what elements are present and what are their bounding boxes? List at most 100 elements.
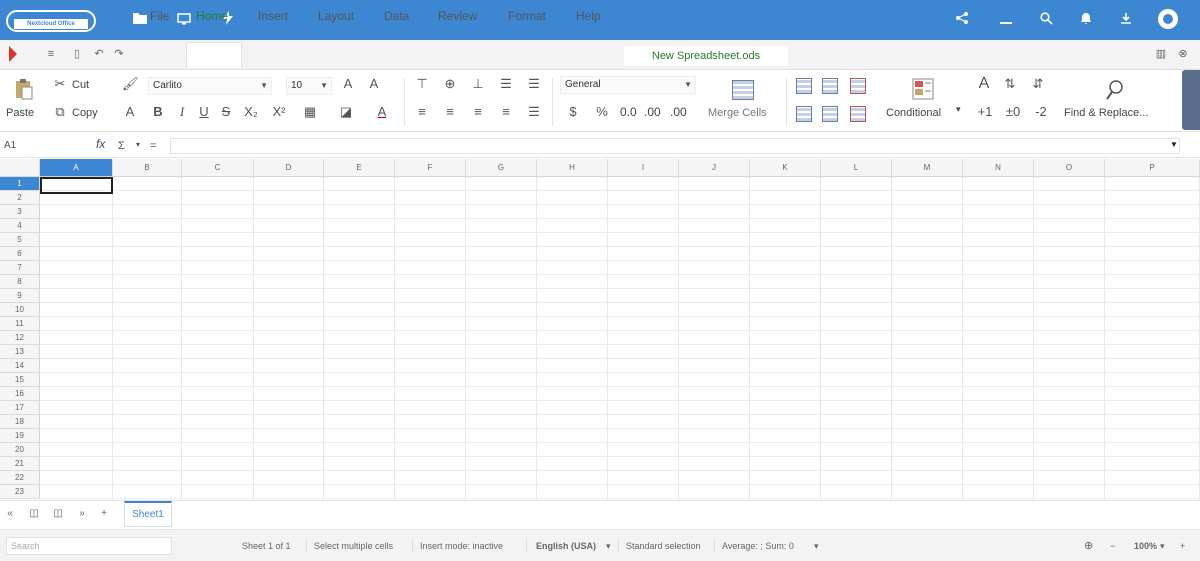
merge-cells-icon[interactable] — [732, 80, 754, 100]
menu-home[interactable]: Home — [196, 7, 228, 25]
borders-icon[interactable]: ▦ — [298, 104, 322, 120]
menu-format[interactable]: Format — [508, 7, 546, 25]
row-header[interactable]: 6 — [0, 247, 40, 261]
increase-indent-icon[interactable]: +1 — [974, 104, 996, 120]
underline-button[interactable]: U — [196, 104, 212, 120]
highlight-color-icon[interactable]: ◪ — [334, 104, 358, 120]
clone-formatting-icon[interactable]: 🖌 — [122, 76, 139, 92]
column-header[interactable]: A — [40, 159, 113, 177]
font-size-select[interactable]: 10 ▼ — [286, 77, 332, 95]
column-header[interactable]: K — [750, 159, 821, 177]
row-header[interactable]: 15 — [0, 373, 40, 387]
chevron-down-icon[interactable]: ▾ — [814, 539, 819, 553]
currency-format-icon[interactable]: $ — [562, 104, 584, 120]
last-sheet-icon[interactable]: » — [76, 508, 88, 519]
row-header[interactable]: 22 — [0, 471, 40, 485]
paste-label[interactable]: Paste — [6, 106, 34, 120]
align-left-icon[interactable]: ≡ — [414, 104, 430, 120]
find-replace-icon[interactable] — [1104, 78, 1126, 102]
insert-column-after-icon[interactable] — [822, 106, 838, 122]
share-icon[interactable] — [950, 8, 974, 32]
align-center-icon[interactable]: ≡ — [442, 104, 458, 120]
percent-format-button[interactable]: % — [594, 104, 610, 120]
redo-icon[interactable]: ↷ — [112, 47, 126, 61]
column-header[interactable]: M — [892, 159, 963, 177]
row-header[interactable]: 16 — [0, 387, 40, 401]
outdent-icon[interactable]: ☰ — [526, 104, 542, 120]
column-header[interactable]: N — [963, 159, 1034, 177]
undo-icon[interactable]: ↶ — [92, 47, 106, 61]
wrap-text-icon[interactable]: ☰ — [498, 76, 514, 92]
row-header[interactable]: 1 — [0, 177, 40, 191]
row-header[interactable]: 12 — [0, 331, 40, 345]
row-header[interactable]: 4 — [0, 219, 40, 233]
remove-decimal-button[interactable]: .00 — [670, 105, 687, 119]
row-header[interactable]: 7 — [0, 261, 40, 275]
copy-label[interactable]: Copy — [72, 106, 98, 120]
screen-icon[interactable] — [172, 8, 196, 32]
superscript-button[interactable]: X² — [268, 104, 290, 120]
close-document-icon[interactable]: ⊗ — [1176, 47, 1190, 61]
delete-rows-icon[interactable] — [850, 78, 866, 94]
menu-file[interactable]: File — [150, 7, 169, 25]
zoom-level[interactable]: 100% — [1134, 539, 1157, 553]
decrease-indent-icon[interactable]: -2 — [1030, 104, 1052, 120]
cut-icon[interactable]: ✂ — [52, 76, 68, 92]
italic-button[interactable]: I — [174, 104, 190, 120]
chevron-down-icon[interactable]: ▾ — [136, 138, 140, 152]
align-top-icon[interactable]: ⊤ — [414, 76, 430, 92]
grow-font-icon[interactable]: A — [340, 76, 356, 92]
menu-layout[interactable]: Layout — [318, 7, 354, 25]
clear-formatting-icon[interactable]: A — [122, 104, 138, 120]
subscript-button[interactable]: X₂ — [240, 104, 262, 120]
shrink-font-icon[interactable]: A — [366, 76, 382, 92]
chevron-down-icon[interactable]: ▾ — [606, 539, 611, 553]
column-header[interactable]: E — [324, 159, 395, 177]
menu-data[interactable]: Data — [384, 7, 409, 25]
paste-icon[interactable] — [14, 78, 34, 100]
menu-help[interactable]: Help — [576, 7, 601, 25]
row-header[interactable]: 17 — [0, 401, 40, 415]
first-sheet-icon[interactable]: « — [4, 508, 16, 519]
align-middle-icon[interactable]: ⊕ — [442, 76, 458, 92]
menu-insert[interactable]: Insert — [258, 7, 288, 25]
zoom-out-button[interactable]: − — [1110, 539, 1115, 553]
row-header[interactable]: 14 — [0, 359, 40, 373]
sort-ascending-icon[interactable]: ⇅ — [1002, 76, 1018, 92]
cell-cursor[interactable] — [40, 177, 113, 194]
sort-descending-icon[interactable]: ⇵ — [1030, 76, 1046, 92]
row-header[interactable]: 9 — [0, 289, 40, 303]
column-header[interactable]: I — [608, 159, 679, 177]
user-avatar-icon[interactable] — [1156, 8, 1180, 32]
indent-icon[interactable]: ☰ — [526, 76, 542, 92]
row-header[interactable]: 21 — [0, 457, 40, 471]
column-header[interactable]: J — [679, 159, 750, 177]
next-sheet-icon[interactable]: ◫ — [52, 508, 64, 519]
font-name-select[interactable]: Carlito ▼ — [148, 77, 272, 95]
sidebar-collapse-handle[interactable] — [1182, 70, 1200, 130]
formula-input[interactable] — [170, 138, 1180, 154]
column-header[interactable]: L — [821, 159, 892, 177]
align-bottom-icon[interactable]: ⊥ — [470, 76, 486, 92]
row-header[interactable]: 11 — [0, 317, 40, 331]
row-header[interactable]: 20 — [0, 443, 40, 457]
bold-button[interactable]: B — [150, 104, 166, 120]
menu-review[interactable]: Review — [438, 7, 477, 25]
align-right-icon[interactable]: ≡ — [470, 104, 486, 120]
nextcloud-logo[interactable]: Nextcloud Office — [6, 6, 102, 34]
find-replace-label[interactable]: Find & Replace... — [1064, 106, 1148, 120]
delete-columns-icon[interactable] — [850, 106, 866, 122]
row-header[interactable]: 2 — [0, 191, 40, 205]
add-sheet-button[interactable]: + — [98, 508, 110, 519]
justify-icon[interactable]: ≡ — [498, 104, 514, 120]
sum-button[interactable]: Σ — [118, 139, 125, 153]
download-icon[interactable] — [1114, 8, 1138, 32]
sort-icon[interactable]: A — [976, 76, 992, 92]
row-header[interactable]: 13 — [0, 345, 40, 359]
row-header[interactable]: 8 — [0, 275, 40, 289]
document-name-field[interactable]: New Spreadsheet.ods — [624, 46, 788, 66]
zoom-fit-icon[interactable]: ⊕ — [1084, 539, 1093, 553]
row-header[interactable]: 5 — [0, 233, 40, 247]
language-selector[interactable]: English (USA) — [536, 539, 596, 553]
insert-row-below-icon[interactable] — [796, 106, 812, 122]
